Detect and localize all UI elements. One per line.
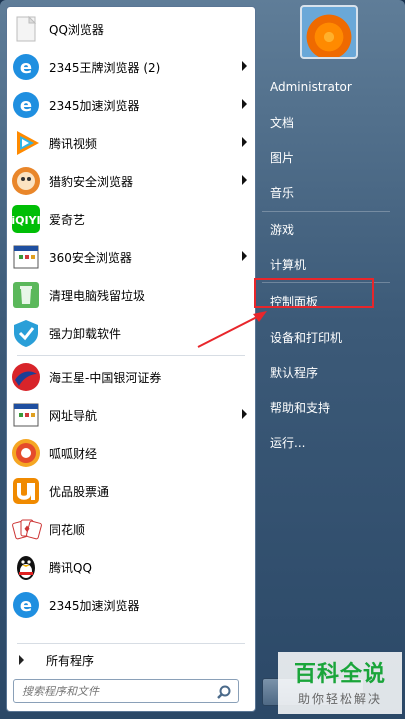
right-item-default-programs[interactable]: 默认程序 <box>262 357 400 387</box>
cheetah-browser-icon <box>9 164 43 198</box>
program-item-2345-speed-browser-2[interactable]: e 2345加速浏览器 <box>9 586 253 624</box>
recycle-bin-icon <box>9 278 43 312</box>
program-item-tencent-qq[interactable]: 腾讯QQ <box>9 548 253 586</box>
annotation-arrow-icon <box>197 311 267 348</box>
right-item-label: 默认程序 <box>270 365 319 380</box>
program-item-guagua[interactable]: 呱呱财经 <box>9 434 253 472</box>
right-item-computer[interactable]: 计算机 <box>262 249 400 279</box>
program-item-label: 2345王牌浏览器 (2) <box>49 60 161 75</box>
right-item-music[interactable]: 音乐 <box>262 177 400 207</box>
galaxy-securities-icon <box>9 360 43 394</box>
app-window-icon <box>9 398 43 432</box>
uninstall-shield-icon <box>9 316 43 350</box>
right-item-documents[interactable]: 文档 <box>262 107 400 137</box>
program-item-tonghuashun[interactable]: ♦ 同花顺 <box>9 510 253 548</box>
program-item-label: 2345加速浏览器 <box>49 598 140 613</box>
right-item-label: 帮助和支持 <box>270 400 331 415</box>
submenu-arrow-icon <box>242 409 247 419</box>
youpin-icon <box>9 474 43 508</box>
separator <box>17 355 245 356</box>
user-avatar[interactable] <box>300 5 358 59</box>
program-item-tencent-video[interactable]: 腾讯视频 <box>9 124 253 162</box>
submenu-arrow-icon <box>242 137 247 147</box>
program-item-2345-speed-browser[interactable]: e 2345加速浏览器 <box>9 86 253 124</box>
program-item-label: 爱奇艺 <box>49 212 86 227</box>
program-item-360-browser[interactable]: 360安全浏览器 <box>9 238 253 276</box>
program-item-label: 清理电脑残留垃圾 <box>49 288 146 303</box>
submenu-arrow-icon <box>242 99 247 109</box>
svg-text:iQIYI: iQIYI <box>11 214 40 227</box>
svg-text:e: e <box>20 57 32 78</box>
program-item-label: 猎豹安全浏览器 <box>49 174 134 189</box>
right-item-label: 运行... <box>270 435 306 450</box>
program-item-youpin[interactable]: 优品股票通 <box>9 472 253 510</box>
program-item-label: 腾讯QQ <box>49 560 92 575</box>
qq-penguin-icon <box>9 550 43 584</box>
svg-text:e: e <box>20 95 32 116</box>
all-programs-button[interactable]: 所有程序 <box>9 648 253 672</box>
search-input[interactable] <box>20 683 214 699</box>
search-box[interactable] <box>13 679 239 703</box>
right-item-user[interactable]: Administrator <box>262 72 400 102</box>
submenu-arrow-icon <box>242 251 247 261</box>
all-programs-label: 所有程序 <box>46 653 95 668</box>
program-item-label: 网址导航 <box>49 408 98 423</box>
program-item-label: 海王星-中国银河证券 <box>49 370 162 385</box>
watermark-title: 百科全说 <box>293 662 386 687</box>
iqiyi-icon: iQIYI <box>9 202 43 236</box>
watermark-subtitle: 助你轻松解决 <box>297 692 382 706</box>
program-item-label: 同花顺 <box>49 522 86 537</box>
separator <box>17 643 245 644</box>
submenu-arrow-icon <box>242 61 247 71</box>
ie-e-icon: e <box>9 88 43 122</box>
program-item-label: QQ浏览器 <box>49 22 104 37</box>
highlight-box <box>254 278 374 308</box>
watermark: 百科全说 助你轻松解决 <box>278 652 402 714</box>
program-list-pane: QQ浏览器 e 2345王牌浏览器 (2) e 2345加速浏览器 腾讯视频 猎… <box>6 6 256 712</box>
ie-e-icon: e <box>9 588 43 622</box>
program-item-label: 2345加速浏览器 <box>49 98 140 113</box>
qq-browser-icon <box>9 12 43 46</box>
tonghuashun-icon: ♦ <box>9 512 43 546</box>
right-item-label: Administrator <box>270 80 352 94</box>
right-item-label: 游戏 <box>270 222 295 237</box>
right-item-help[interactable]: 帮助和支持 <box>262 392 400 422</box>
separator <box>262 211 390 212</box>
right-item-run[interactable]: 运行... <box>262 427 400 457</box>
program-item-label: 强力卸载软件 <box>49 326 122 341</box>
submenu-arrow-icon <box>242 175 247 185</box>
guagua-icon <box>9 436 43 470</box>
right-item-pictures[interactable]: 图片 <box>262 142 400 172</box>
program-item-label: 360安全浏览器 <box>49 250 132 265</box>
program-item-cheetah-browser[interactable]: 猎豹安全浏览器 <box>9 162 253 200</box>
right-item-label: 设备和打印机 <box>270 330 343 345</box>
program-item-label: 呱呱财经 <box>49 446 98 461</box>
ie-e-icon: e <box>9 50 43 84</box>
start-menu: QQ浏览器 e 2345王牌浏览器 (2) e 2345加速浏览器 腾讯视频 猎… <box>0 0 405 719</box>
right-item-label: 计算机 <box>270 257 307 272</box>
program-item-galaxy-securities[interactable]: 海王星-中国银河证券 <box>9 358 253 396</box>
program-item-label: 优品股票通 <box>49 484 110 499</box>
expand-arrow-icon <box>19 655 24 665</box>
svg-text:e: e <box>20 595 32 616</box>
right-item-devices-printers[interactable]: 设备和打印机 <box>262 322 400 352</box>
app-window-icon <box>9 240 43 274</box>
tencent-video-icon <box>9 126 43 160</box>
right-item-games[interactable]: 游戏 <box>262 214 400 244</box>
program-item-2345-browser[interactable]: e 2345王牌浏览器 (2) <box>9 48 253 86</box>
right-item-label: 图片 <box>270 150 295 165</box>
right-item-label: 音乐 <box>270 185 295 200</box>
program-item-url-nav[interactable]: 网址导航 <box>9 396 253 434</box>
program-item-label: 腾讯视频 <box>49 136 98 151</box>
program-item-qq-browser[interactable]: QQ浏览器 <box>9 10 253 48</box>
search-icon[interactable] <box>216 684 232 700</box>
right-item-label: 文档 <box>270 115 295 130</box>
program-item-iqiyi[interactable]: iQIYI 爱奇艺 <box>9 200 253 238</box>
svg-text:♦: ♦ <box>23 525 31 535</box>
